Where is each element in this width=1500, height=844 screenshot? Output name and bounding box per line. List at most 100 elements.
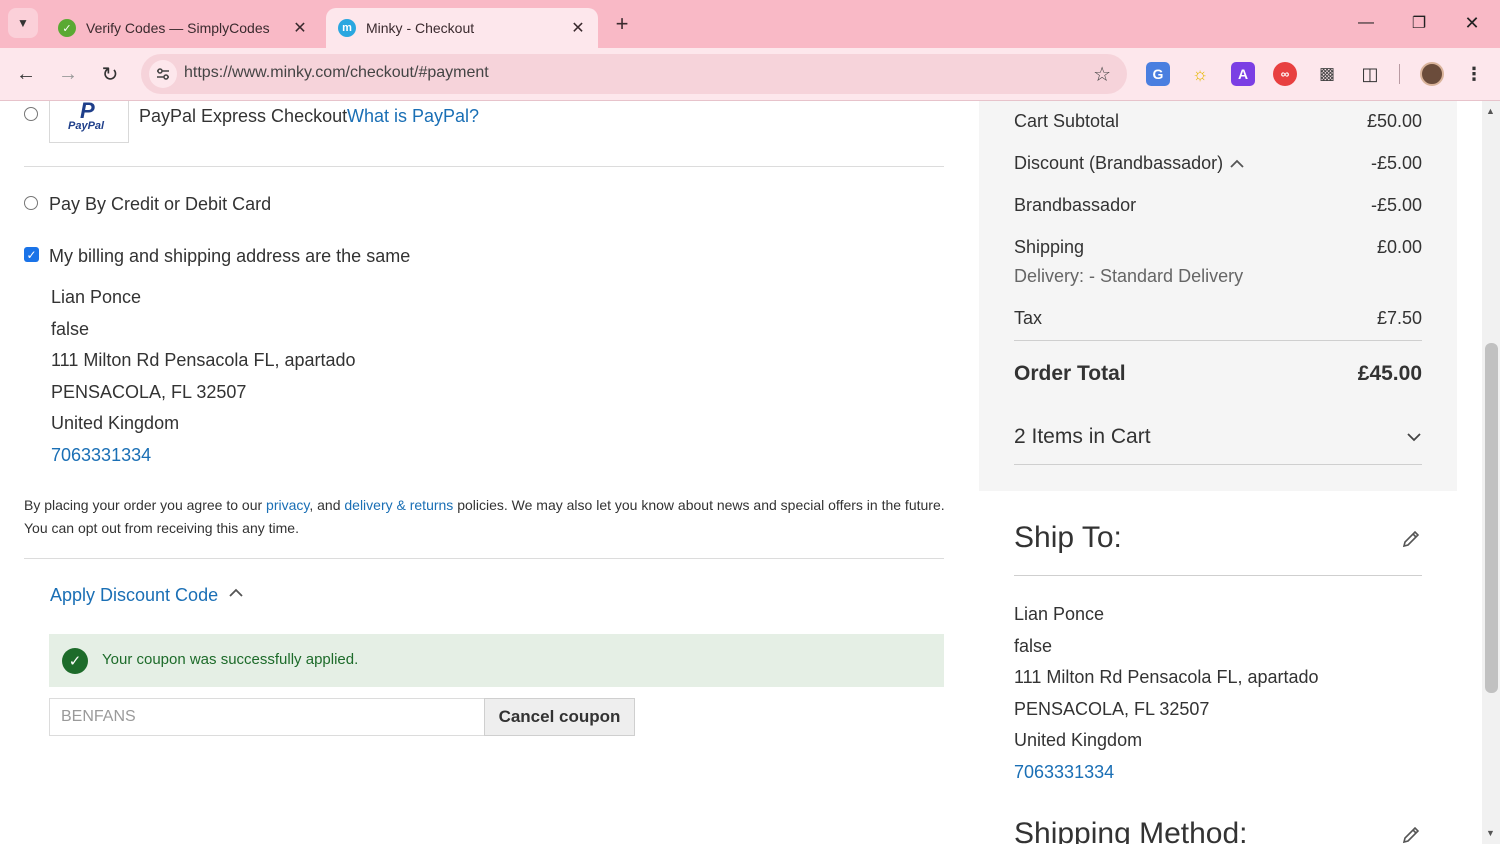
scroll-up-arrow-icon[interactable]: ▲	[1486, 106, 1495, 116]
coupon-success-message: ✓ Your coupon was successfully applied.	[49, 634, 944, 687]
order-total-value: £45.00	[1357, 362, 1422, 385]
ship-country: United Kingdom	[1014, 730, 1143, 750]
shipping-label: Shipping	[1014, 237, 1085, 257]
browser-toolbar: ← → ↻ https://www.minky.com/checkout/#pa…	[0, 48, 1500, 101]
address-bar[interactable]: https://www.minky.com/checkout/#payment …	[141, 54, 1127, 94]
back-button[interactable]: ←	[10, 58, 42, 90]
site-info-icon[interactable]	[149, 60, 177, 88]
url-text[interactable]: https://www.minky.com/checkout/#payment	[184, 64, 489, 82]
same-address-checkbox[interactable]: ✓	[24, 247, 39, 262]
chevron-down-icon[interactable]	[1406, 427, 1422, 451]
new-tab-button[interactable]: +	[608, 10, 636, 38]
close-window-button[interactable]: ✕	[1452, 8, 1492, 38]
menu-kebab-icon[interactable]: ⋮	[1462, 62, 1486, 86]
checkout-page: P PayPal PayPal Express Checkout What is…	[0, 101, 1482, 844]
tab-strip: ▼ ✓ Verify Codes — SimplyCodes ✕ m Minky…	[0, 0, 1500, 48]
close-icon[interactable]: ✕	[568, 18, 588, 38]
robot-icon[interactable]: ▩	[1315, 62, 1339, 86]
tax-label: Tax	[1014, 308, 1043, 328]
reload-icon: ↻	[101, 63, 119, 86]
same-address-label: My billing and shipping address are the …	[49, 246, 411, 266]
text-a-icon[interactable]: A	[1231, 62, 1255, 86]
card-radio[interactable]	[24, 196, 38, 210]
ship-phone-link[interactable]: 7063331334	[1014, 762, 1114, 783]
billing-city: PENSACOLA, FL 32507	[51, 382, 247, 402]
translate-icon[interactable]: G	[1146, 62, 1170, 86]
discount-code-input[interactable]	[49, 698, 485, 736]
shipping-method-heading: Shipping Method:	[1014, 817, 1248, 844]
bookmark-star-icon[interactable]: ☆	[1093, 62, 1111, 87]
simplycodes-favicon-icon: ✓	[58, 19, 76, 37]
page-scrollbar[interactable]: ▲ ▼	[1482, 101, 1500, 844]
restore-icon: ❐	[1411, 15, 1427, 32]
paypal-radio[interactable]	[24, 107, 38, 121]
billing-name: Lian Ponce	[51, 287, 142, 307]
paypal-wordmark: PayPal	[68, 120, 105, 132]
paypal-label: PayPal Express Checkout	[139, 106, 348, 126]
agreement-post: policies. We may also let you know about…	[453, 497, 945, 513]
paypal-logo: P PayPal	[49, 101, 129, 143]
arrow-right-icon: →	[58, 62, 78, 85]
tab-title: Verify Codes — SimplyCodes	[86, 20, 270, 36]
profile-avatar[interactable]	[1420, 62, 1444, 86]
close-icon: ✕	[1464, 12, 1480, 33]
agreement-mid: , and	[309, 497, 345, 513]
puzzle-icon[interactable]: ◫	[1358, 62, 1382, 86]
ship-to-heading: Ship To:	[1014, 521, 1122, 554]
agreement-line-1: By placing your order you agree to our p…	[24, 497, 945, 513]
brandbassador-label: Brandbassador	[1014, 195, 1137, 215]
delivery-returns-link[interactable]: delivery & returns	[344, 497, 453, 513]
scrollbar-thumb[interactable]	[1485, 343, 1498, 693]
divider	[1014, 340, 1422, 341]
chevron-up-icon[interactable]	[1229, 156, 1245, 177]
order-total-label: Order Total	[1014, 362, 1126, 385]
agreement-line-2: You can opt out from receiving this any …	[24, 520, 299, 536]
minimize-button[interactable]: —	[1346, 8, 1386, 38]
arrow-left-icon: ←	[16, 62, 36, 85]
apply-discount-toggle[interactable]: Apply Discount Code	[50, 585, 218, 606]
discount-value: -£5.00	[1370, 153, 1422, 173]
cancel-coupon-button[interactable]: Cancel coupon	[484, 698, 635, 736]
ship-street: 111 Milton Rd Pensacola FL, apartado	[1014, 667, 1319, 687]
bulb-icon[interactable]: ☼	[1188, 62, 1212, 86]
what-is-paypal-link[interactable]: What is PayPal?	[347, 106, 479, 127]
scroll-down-arrow-icon[interactable]: ▼	[1486, 828, 1495, 838]
toolbar-separator	[1399, 64, 1400, 84]
tax-value: £7.50	[1376, 308, 1422, 328]
agreement-pre: By placing your order you agree to our	[24, 497, 267, 513]
divider	[24, 166, 944, 167]
tab-minky-checkout[interactable]: m Minky - Checkout ✕	[326, 8, 598, 48]
ship-city: PENSACOLA, FL 32507	[1014, 699, 1210, 719]
divider	[1014, 575, 1422, 576]
minimize-icon: —	[1358, 14, 1374, 31]
shipping-value: £0.00	[1376, 237, 1422, 257]
billing-country: United Kingdom	[51, 413, 180, 433]
tab-simplycodes[interactable]: ✓ Verify Codes — SimplyCodes ✕	[46, 8, 320, 48]
billing-phone-link[interactable]: 7063331334	[51, 445, 151, 466]
check-circle-icon: ✓	[62, 648, 88, 674]
chevron-up-icon[interactable]	[228, 585, 244, 606]
close-icon[interactable]: ✕	[290, 18, 310, 38]
discount-label: Discount (Brandbassador)	[1014, 153, 1224, 173]
plus-icon: +	[615, 11, 629, 36]
items-in-cart-label: 2 Items in Cart	[1014, 425, 1151, 448]
brandbassador-value: -£5.00	[1370, 195, 1422, 215]
minky-favicon-icon: m	[338, 19, 356, 37]
restore-button[interactable]: ❐	[1399, 8, 1439, 38]
billing-street: 111 Milton Rd Pensacola FL, apartado	[51, 350, 356, 370]
delivery-method-text: Delivery: - Standard Delivery	[1014, 266, 1244, 286]
tab-search-button[interactable]: ▼	[8, 8, 38, 38]
tab-title: Minky - Checkout	[366, 20, 475, 36]
reload-button[interactable]: ↻	[94, 58, 126, 90]
forward-button[interactable]: →	[52, 58, 84, 90]
subtotal-value: £50.00	[1366, 111, 1422, 131]
subtotal-label: Cart Subtotal	[1014, 111, 1120, 131]
billing-company: false	[51, 319, 90, 339]
privacy-link[interactable]: privacy	[266, 497, 309, 513]
infinity-icon[interactable]: ∞	[1273, 62, 1297, 86]
divider	[24, 558, 944, 559]
edit-pencil-icon[interactable]	[1401, 825, 1421, 844]
ship-name: Lian Ponce	[1014, 604, 1105, 624]
edit-pencil-icon[interactable]	[1401, 529, 1421, 554]
divider	[1014, 464, 1422, 465]
